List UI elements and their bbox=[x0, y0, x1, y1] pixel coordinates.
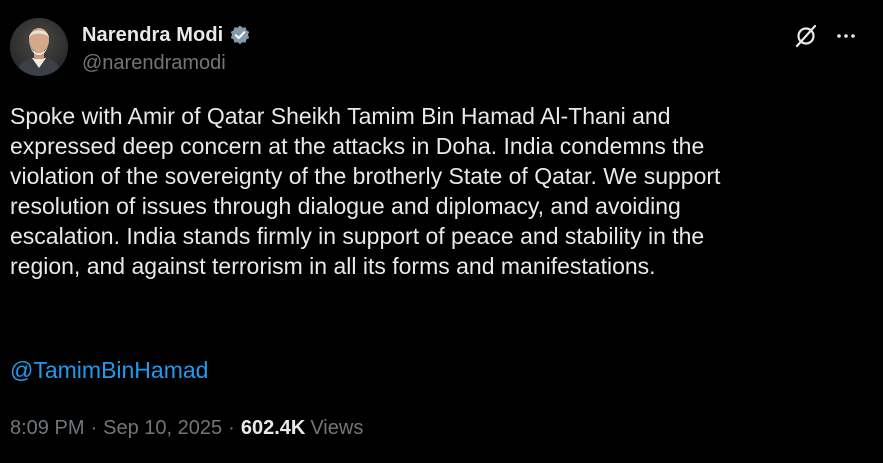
author-name-row[interactable]: Narendra Modi bbox=[82, 22, 251, 48]
verified-badge-icon bbox=[229, 24, 251, 46]
meta-separator: · bbox=[90, 417, 98, 439]
avatar-image bbox=[10, 18, 68, 76]
grok-icon bbox=[795, 24, 817, 48]
tweet: Narendra Modi @narendramodi Spoke with A… bbox=[0, 0, 883, 463]
tweet-text: Spoke with Amir of Qatar Sheikh Tamim Bi… bbox=[10, 103, 721, 279]
grok-button[interactable] bbox=[792, 22, 820, 50]
tweet-time[interactable]: 8:09 PM bbox=[10, 414, 84, 442]
views-label: Views bbox=[310, 417, 364, 439]
more-icon bbox=[837, 34, 855, 38]
author-handle[interactable]: @narendramodi bbox=[82, 52, 226, 75]
tweet-meta: 8:09 PM · Sep 10, 2025 · 602.4K Views bbox=[10, 414, 363, 442]
avatar[interactable] bbox=[10, 18, 68, 76]
display-name[interactable]: Narendra Modi bbox=[82, 24, 223, 47]
tweet-date[interactable]: Sep 10, 2025 bbox=[103, 414, 222, 442]
views-count[interactable]: 602.4K bbox=[241, 414, 306, 442]
meta-separator: · bbox=[228, 417, 235, 439]
more-button[interactable] bbox=[832, 22, 860, 50]
mention-link[interactable]: @TamimBinHamad bbox=[10, 355, 208, 385]
